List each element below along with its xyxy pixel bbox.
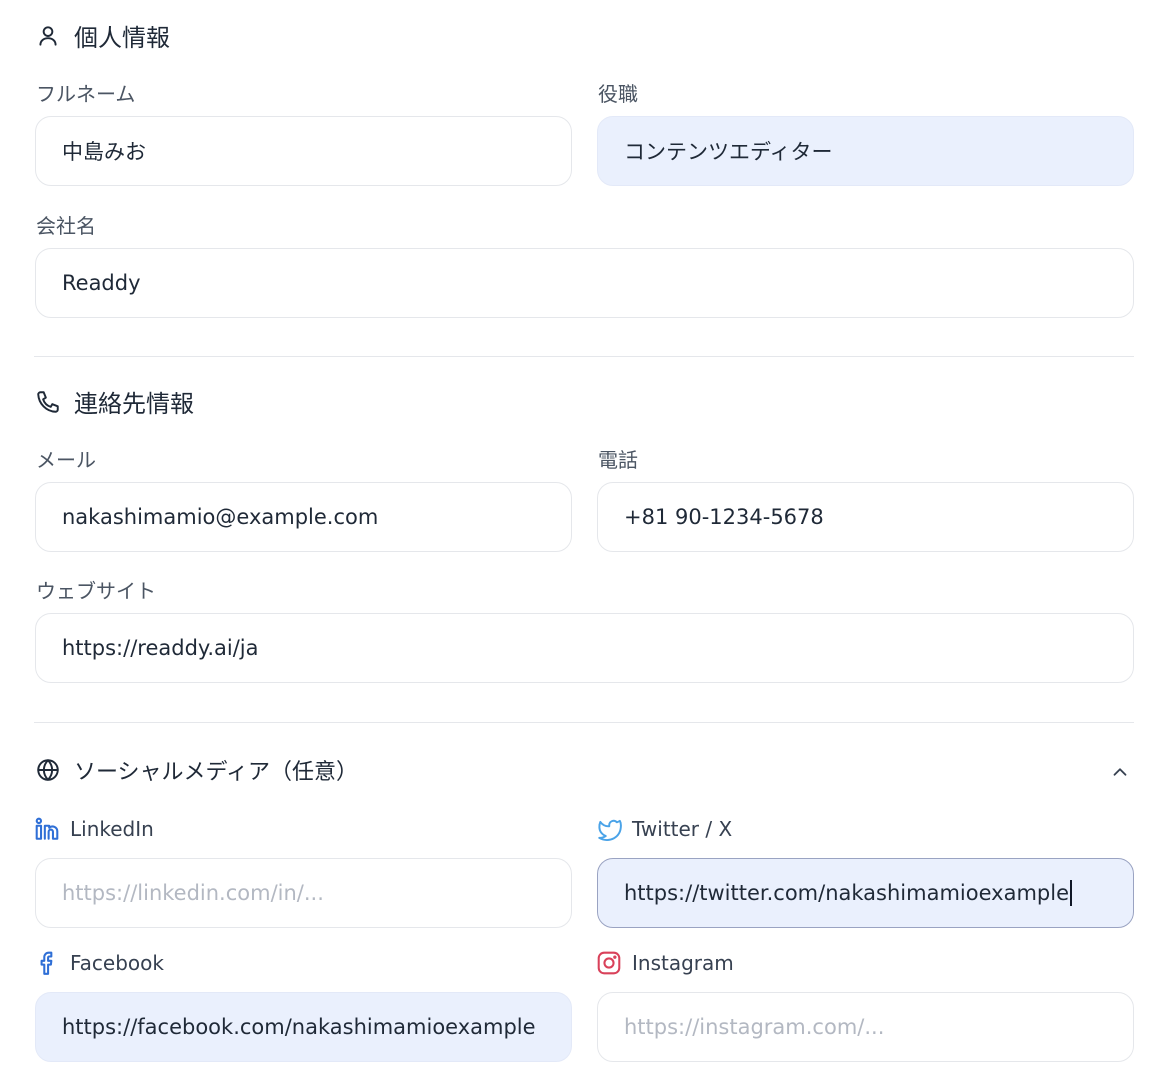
facebook-icon xyxy=(34,950,60,976)
linkedin-input[interactable]: https://linkedin.com/in/... xyxy=(35,858,572,928)
linkedin-placeholder: https://linkedin.com/in/... xyxy=(62,881,324,905)
company-field[interactable]: Readdy xyxy=(35,248,1134,318)
globe-icon xyxy=(34,756,62,784)
twitter-icon xyxy=(596,816,622,842)
linkedin-label: LinkedIn xyxy=(34,816,154,842)
company-value: Readdy xyxy=(62,271,141,295)
email-field[interactable]: nakashimamio@example.com xyxy=(35,482,572,552)
job-title-label: 役職 xyxy=(598,82,638,106)
facebook-input[interactable]: https://facebook.com/nakashimamioexample xyxy=(35,992,572,1062)
facebook-label: Facebook xyxy=(34,950,164,976)
phone-field[interactable]: +81 90-1234-5678 xyxy=(597,482,1134,552)
email-label: メール xyxy=(36,448,96,472)
instagram-icon xyxy=(596,950,622,976)
instagram-input[interactable]: https://instagram.com/... xyxy=(597,992,1134,1062)
linkedin-icon xyxy=(34,816,60,842)
job-title-field[interactable]: コンテンツエディター xyxy=(597,116,1134,186)
contact-info-heading: 連絡先情報 xyxy=(34,384,194,419)
section-divider xyxy=(34,356,1134,357)
instagram-label: Instagram xyxy=(596,950,734,976)
phone-value: +81 90-1234-5678 xyxy=(624,505,824,529)
full-name-value: 中島みお xyxy=(62,140,146,164)
twitter-input[interactable]: https://twitter.com/nakashimamioexample xyxy=(597,858,1134,928)
twitter-label: Twitter / X xyxy=(596,816,732,842)
user-icon xyxy=(34,22,62,50)
section-title: 連絡先情報 xyxy=(74,390,194,418)
phone-icon xyxy=(34,388,62,416)
full-name-field[interactable]: 中島みお xyxy=(35,116,572,186)
website-value: https://readdy.ai/ja xyxy=(62,636,259,660)
email-value: nakashimamio@example.com xyxy=(62,505,379,529)
instagram-placeholder: https://instagram.com/... xyxy=(624,1015,885,1039)
phone-label: 電話 xyxy=(598,448,638,472)
twitter-value: https://twitter.com/nakashimamioexample xyxy=(624,881,1069,905)
linkedin-label-text: LinkedIn xyxy=(70,817,154,841)
text-caret xyxy=(1070,880,1072,906)
company-label: 会社名 xyxy=(36,214,96,238)
facebook-label-text: Facebook xyxy=(70,951,164,975)
chevron-up-icon[interactable] xyxy=(1104,756,1136,788)
section-divider xyxy=(34,722,1134,723)
website-field[interactable]: https://readdy.ai/ja xyxy=(35,613,1134,683)
full-name-label: フルネーム xyxy=(36,82,136,106)
twitter-label-text: Twitter / X xyxy=(632,817,733,841)
facebook-value: https://facebook.com/nakashimamioexample xyxy=(62,1015,536,1039)
section-title: ソーシャルメディア（任意） xyxy=(74,760,359,785)
job-title-value: コンテンツエディター xyxy=(624,140,833,164)
personal-info-heading: 個人情報 xyxy=(34,18,170,53)
social-media-heading[interactable]: ソーシャルメディア（任意） xyxy=(34,754,358,786)
section-title: 個人情報 xyxy=(74,24,170,52)
instagram-label-text: Instagram xyxy=(632,951,734,975)
website-label: ウェブサイト xyxy=(36,579,156,603)
